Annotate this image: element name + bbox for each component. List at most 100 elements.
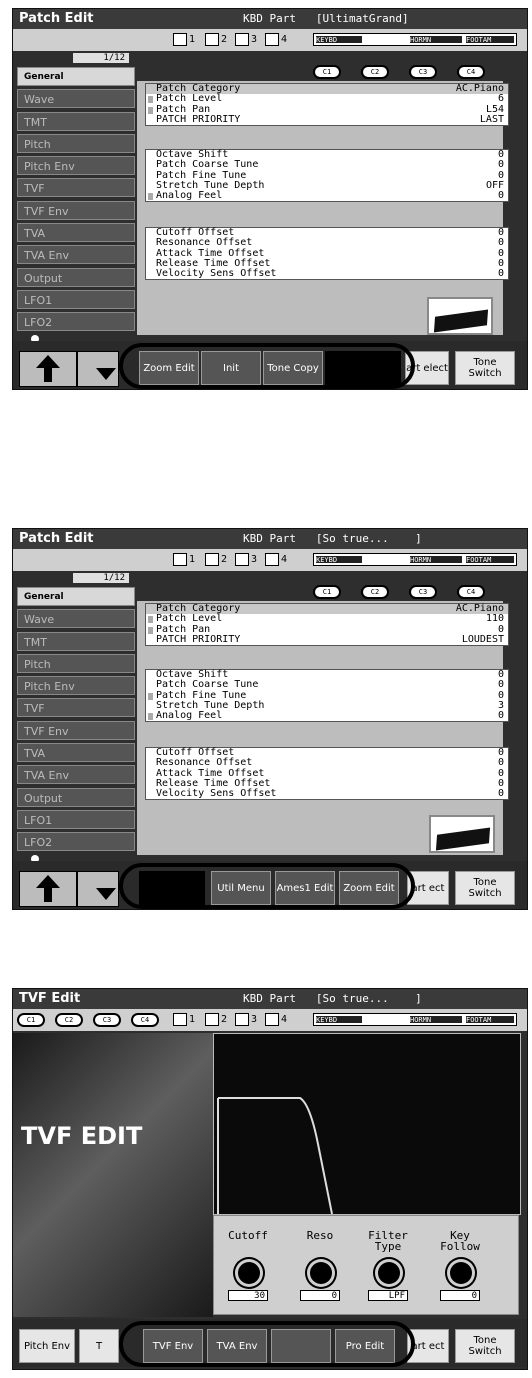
tab-general[interactable]: General xyxy=(17,67,135,86)
tab-wave[interactable]: Wave xyxy=(17,89,135,109)
tab-lfo1[interactable]: LFO1 xyxy=(17,289,135,309)
knob-c1[interactable]: C1 xyxy=(313,585,341,599)
tab-tmt[interactable]: TMT xyxy=(17,631,135,651)
control-knobs: C1 C2 C3 C4 xyxy=(313,585,513,599)
tab-pitch-env[interactable]: Pitch Env xyxy=(17,676,135,696)
piano-image xyxy=(429,815,495,853)
knob-c2[interactable]: C2 xyxy=(361,65,389,79)
part-3-checkbox[interactable] xyxy=(235,553,249,566)
key-follow-label: Key Follow xyxy=(440,1229,480,1253)
tvf-edit-banner: TVF EDIT xyxy=(13,1033,213,1317)
down-arrow-icon[interactable] xyxy=(77,871,119,907)
pitch-env-button[interactable]: Pitch Env xyxy=(19,1329,75,1363)
tab-lfo2[interactable]: LFO2 xyxy=(17,832,135,852)
tone-switch-button[interactable]: Tone Switch xyxy=(455,351,515,385)
filter-curve xyxy=(217,1097,333,1215)
window-title: TVF Edit xyxy=(19,991,81,1006)
knob-c4[interactable]: C4 xyxy=(457,585,485,599)
tab-pitch[interactable]: Pitch xyxy=(17,133,135,153)
part-selector-bar: C1 C2 C3 C4 1 2 3 4 KEYBD HORMN FOOTAM xyxy=(13,1009,527,1031)
part-2-checkbox[interactable] xyxy=(205,33,219,46)
tvf-tab-button[interactable]: T xyxy=(79,1329,119,1363)
knob-c3[interactable]: C3 xyxy=(409,65,437,79)
param-group-3: Cutoff Offset 0 Resonance Offset 0 Attack … xyxy=(145,227,509,281)
tab-tva[interactable]: TVA xyxy=(17,223,135,243)
filter-type-knob-icon[interactable] xyxy=(378,1262,400,1284)
part-1-checkbox[interactable] xyxy=(173,1013,187,1026)
tab-output[interactable]: Output xyxy=(17,787,135,807)
part-2-label: 2 xyxy=(221,554,228,565)
tab-wave[interactable]: Wave xyxy=(17,609,135,629)
part-selector-bar: 1 2 3 4 KEYBD HORMN FOOTAM xyxy=(13,29,527,51)
part-4-checkbox[interactable] xyxy=(265,1013,279,1026)
tab-lfo1[interactable]: LFO1 xyxy=(17,809,135,829)
part-3-checkbox[interactable] xyxy=(235,1013,249,1026)
param-row[interactable]: PATCH PRIORITY LAST xyxy=(146,114,508,125)
tone-switch-button[interactable]: Tone Switch xyxy=(455,1329,515,1363)
part-1-label: 1 xyxy=(189,1014,196,1025)
param-row[interactable]: Velocity Sens Offset 0 xyxy=(146,268,508,279)
tone-switch-button[interactable]: Tone Switch xyxy=(455,871,515,905)
function-button-bar: Zoom Edit Init Tone Copy art elect Tone … xyxy=(13,341,527,389)
reso-knob-icon[interactable] xyxy=(310,1262,332,1284)
tab-output[interactable]: Output xyxy=(17,267,135,287)
title-bar: Patch Edit KBD Part [So true... ] xyxy=(13,529,527,549)
param-row[interactable]: Analog Feel 0 xyxy=(146,190,508,201)
knob-c1[interactable]: C1 xyxy=(17,1013,45,1027)
key-follow-value[interactable]: 0 xyxy=(440,1290,480,1301)
part-2-checkbox[interactable] xyxy=(205,1013,219,1026)
level-meter: KEYBD HORMN FOOTAM xyxy=(313,1013,517,1026)
function-button-bar: Util Menu Ames1 Edit Zoom Edit art ect T… xyxy=(13,861,527,909)
marker-icon xyxy=(148,106,153,114)
knob-c4[interactable]: C4 xyxy=(457,65,485,79)
tab-tva-env[interactable]: TVA Env xyxy=(17,765,135,785)
marker-icon xyxy=(148,96,153,104)
knob-c1[interactable]: C1 xyxy=(313,65,341,79)
key-follow-knob-icon[interactable] xyxy=(450,1262,472,1284)
highlight-oval xyxy=(119,863,415,909)
part-4-label: 4 xyxy=(281,554,288,565)
tvf-edit-screen: TVF Edit KBD Part [So true... ] C1 C2 C3… xyxy=(12,988,528,1370)
knob-c2[interactable]: C2 xyxy=(361,585,389,599)
down-arrow-icon[interactable] xyxy=(77,351,119,387)
part-1-checkbox[interactable] xyxy=(173,553,187,566)
cutoff-knob-icon[interactable] xyxy=(238,1262,260,1284)
tab-tva[interactable]: TVA xyxy=(17,743,135,763)
meter-label-keybd: KEYBD xyxy=(316,1016,338,1024)
edit-tabs: General Wave TMT Pitch Pitch Env TVF TVF… xyxy=(17,67,135,343)
part-4-checkbox[interactable] xyxy=(265,33,279,46)
reso-value[interactable]: 0 xyxy=(300,1290,340,1301)
cutoff-value[interactable]: 30 xyxy=(228,1290,268,1301)
tab-tvf[interactable]: TVF xyxy=(17,698,135,718)
param-row[interactable]: PATCH PRIORITY LOUDEST xyxy=(146,634,508,645)
tab-general[interactable]: General xyxy=(17,587,135,606)
part-4-checkbox[interactable] xyxy=(265,553,279,566)
window-title: Patch Edit xyxy=(19,531,94,546)
tab-tvf-env[interactable]: TVF Env xyxy=(17,200,135,220)
filter-type-value[interactable]: LPF xyxy=(368,1290,408,1301)
part-2-checkbox[interactable] xyxy=(205,553,219,566)
up-arrow-icon[interactable] xyxy=(19,871,77,907)
param-row[interactable]: Velocity Sens Offset 0 xyxy=(146,788,508,799)
up-arrow-icon[interactable] xyxy=(19,351,77,387)
filter-type-label: Filter Type xyxy=(368,1229,408,1253)
tab-lfo2[interactable]: LFO2 xyxy=(17,312,135,332)
part-selector-bar: 1 2 3 4 KEYBD HORMN FOOTAM xyxy=(13,549,527,571)
tab-tmt[interactable]: TMT xyxy=(17,111,135,131)
tab-tvf[interactable]: TVF xyxy=(17,178,135,198)
tab-tvf-env[interactable]: TVF Env xyxy=(17,720,135,740)
knob-c2[interactable]: C2 xyxy=(55,1013,83,1027)
knob-c3[interactable]: C3 xyxy=(409,585,437,599)
knob-c3[interactable]: C3 xyxy=(93,1013,121,1027)
param-group-2: Octave Shift 0 Patch Coarse Tune 0 Patch F… xyxy=(145,669,509,723)
tab-tva-env[interactable]: TVA Env xyxy=(17,245,135,265)
part-1-checkbox[interactable] xyxy=(173,33,187,46)
tab-pitch-env[interactable]: Pitch Env xyxy=(17,156,135,176)
highlight-oval xyxy=(119,343,415,389)
control-knobs: C1 C2 C3 C4 xyxy=(313,65,513,79)
tab-pitch[interactable]: Pitch xyxy=(17,653,135,673)
knob-c4[interactable]: C4 xyxy=(131,1013,159,1027)
param-row[interactable]: Analog Feel 0 xyxy=(146,710,508,721)
part-3-label: 3 xyxy=(251,554,258,565)
part-3-checkbox[interactable] xyxy=(235,33,249,46)
